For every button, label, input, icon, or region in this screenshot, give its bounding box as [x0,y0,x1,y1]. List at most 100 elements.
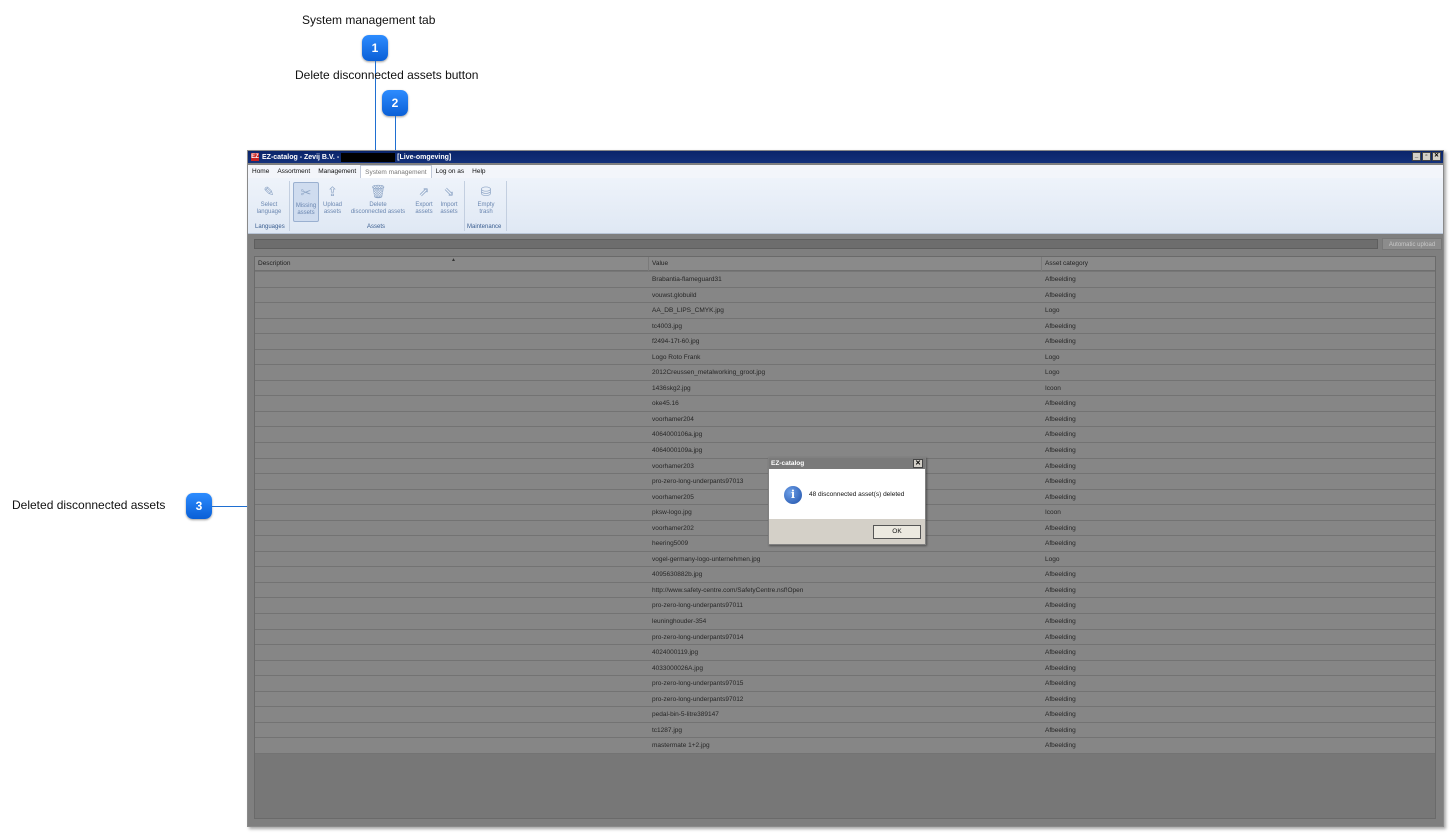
table-row[interactable]: mastermate 1+2.jpg Afbeelding [255,738,1435,754]
tab-assortment[interactable]: Assortment [273,165,314,178]
cell-asset-category: Afbeelding [1045,742,1076,750]
restore-button[interactable]: ▫ [1422,152,1431,161]
tab-help[interactable]: Help [468,165,489,178]
column-header-value[interactable]: Value [649,257,1042,271]
cell-description [255,412,649,427]
import-assets-button[interactable]: ⇘ Import assets [437,182,461,216]
cell-value: pro-zero-long-underpants97014 [652,633,744,641]
cell-asset-category: Afbeelding [1045,571,1076,579]
table-row[interactable]: tc1287.jpg Afbeelding [255,722,1435,739]
table-row[interactable]: 4024000119.jpg Afbeelding [255,645,1435,661]
table-row[interactable]: 1436skg2.jpg Icoon [255,380,1435,397]
export-assets-label-1: Export [415,202,433,208]
cell-description [255,505,649,520]
table-row[interactable]: pro-zero-long-underpants97012 Afbeelding [255,691,1435,708]
callout-label-system-management-tab: System management tab [302,13,436,27]
window-title: EZ-catalog - Zevij B.V. - [262,153,340,161]
group-label-languages: Languages [255,224,285,230]
table-row[interactable]: tc4003.jpg Afbeelding [255,318,1435,335]
cell-description [255,567,649,582]
table-row[interactable]: voorhamer204 Afbeelding [255,411,1435,428]
cell-description [255,288,649,303]
cell-description [255,334,649,349]
tab-management[interactable]: Management [314,165,360,178]
cell-value: vouwst.globuild [652,291,697,299]
cell-value: f2494-17t-60.jpg [652,338,700,346]
table-row[interactable]: pedal-bin-5-litre389147 Afbeelding [255,707,1435,723]
export-assets-label-2: assets [415,209,433,215]
callout-badge-1: 1 [362,35,388,61]
table-row[interactable]: pro-zero-long-underpants97015 Afbeelding [255,676,1435,692]
automatic-upload-button[interactable]: Automatic upload [1382,238,1442,250]
group-separator [289,181,290,231]
cell-asset-category: Afbeelding [1045,493,1076,501]
cell-value: Logo Roto Frank [652,353,701,361]
missing-assets-button[interactable]: ✂ Missing assets [293,182,319,222]
cell-asset-category: Afbeelding [1045,664,1076,672]
cell-asset-category: Afbeelding [1045,524,1076,532]
missing-assets-label-2: assets [297,210,315,216]
delete-icon: 🗑 [369,183,387,199]
table-row[interactable]: vogel-germany-logo-unternehmen.jpg Logo [255,551,1435,568]
cell-asset-category: Afbeelding [1045,400,1076,408]
delete-disconnected-assets-button[interactable]: 🗑 Delete disconnected assets [347,182,409,216]
menu-bar: Home Assortment Management System manage… [248,165,1443,178]
close-button[interactable]: ✕ [1432,152,1441,161]
table-row[interactable]: 4095630882b.jpg Afbeelding [255,567,1435,583]
tab-home[interactable]: Home [248,165,273,178]
cell-description [255,598,649,613]
cell-asset-category: Afbeelding [1045,618,1076,626]
cell-value: 4024000119.jpg [652,649,699,657]
group-label-assets: Assets [367,224,386,230]
table-row[interactable]: Brabantia-flameguard31 Afbeelding [255,272,1435,288]
table-row[interactable]: pro-zero-long-underpants97011 Afbeelding [255,598,1435,615]
minimize-button[interactable]: _ [1412,152,1421,161]
cell-asset-category: Afbeelding [1045,478,1076,486]
table-row[interactable]: f2494-17t-60.jpg Afbeelding [255,334,1435,350]
dialog-close-button[interactable]: ✕ [913,459,923,468]
table-row[interactable]: 4064000106a.jpg Afbeelding [255,427,1435,444]
table-row[interactable]: Logo Roto Frank Logo [255,349,1435,366]
table-row[interactable]: http://www.safety-centre.com/SafetyCentr… [255,582,1435,599]
empty-trash-label-1: Empty [477,202,495,208]
group-label-maintenance: Maintenance [467,224,502,230]
tab-log-on-as[interactable]: Log on as [432,165,469,178]
app-icon: EZ [251,153,259,161]
select-language-button[interactable]: ✎ Select language [254,182,284,216]
cell-asset-category: Logo [1045,353,1060,361]
window-title-environment: [Live-omgeving] [397,153,452,161]
import-icon: ⇘ [443,183,455,199]
cell-value: 4033000026A.jpg [652,664,703,672]
cell-value: tc1287.jpg [652,726,682,734]
table-row[interactable]: leuninghouder-354 Afbeelding [255,614,1435,630]
table-row[interactable]: pro-zero-long-underpants97014 Afbeelding [255,629,1435,646]
upload-assets-button[interactable]: ⇪ Upload assets [320,182,345,216]
table-row[interactable]: vouwst.globuild Afbeelding [255,287,1435,304]
export-assets-button[interactable]: ⇗ Export assets [412,182,436,216]
progress-strip [254,239,1378,249]
cell-value: leuninghouder-354 [652,618,707,626]
app-window: EZ EZ-catalog - Zevij B.V. - [Live-omgev… [247,150,1444,827]
cell-value: voorhamer204 [652,415,694,423]
cell-asset-category: Afbeelding [1045,338,1076,346]
tab-system-management[interactable]: System management [360,165,432,178]
delete-disconnected-label-1: Delete [369,202,387,208]
cell-value: oke45.16 [652,400,679,408]
cell-asset-category: Afbeelding [1045,649,1076,657]
ok-button[interactable]: OK [873,525,921,539]
table-row[interactable]: 2012Creussen_metalworking_groot.jpg Logo [255,365,1435,381]
cell-asset-category: Afbeelding [1045,586,1076,594]
upload-assets-label-2: assets [323,209,342,215]
column-header-asset-category[interactable]: Asset category [1042,257,1435,271]
cell-description [255,536,649,551]
table-row[interactable]: AA_DB_LIPS_CMYK.jpg Logo [255,303,1435,319]
upload-icon: ⇪ [327,183,338,199]
select-language-label-1: Select [260,202,278,208]
empty-trash-button[interactable]: ⛁ Empty trash [472,182,500,216]
missing-assets-icon: ✂ [300,184,312,200]
table-row[interactable]: 4033000026A.jpg Afbeelding [255,660,1435,677]
cell-description [255,630,649,645]
cell-description [255,521,649,536]
table-row[interactable]: oke45.16 Afbeelding [255,396,1435,412]
cell-value: mastermate 1+2.jpg [652,742,710,750]
